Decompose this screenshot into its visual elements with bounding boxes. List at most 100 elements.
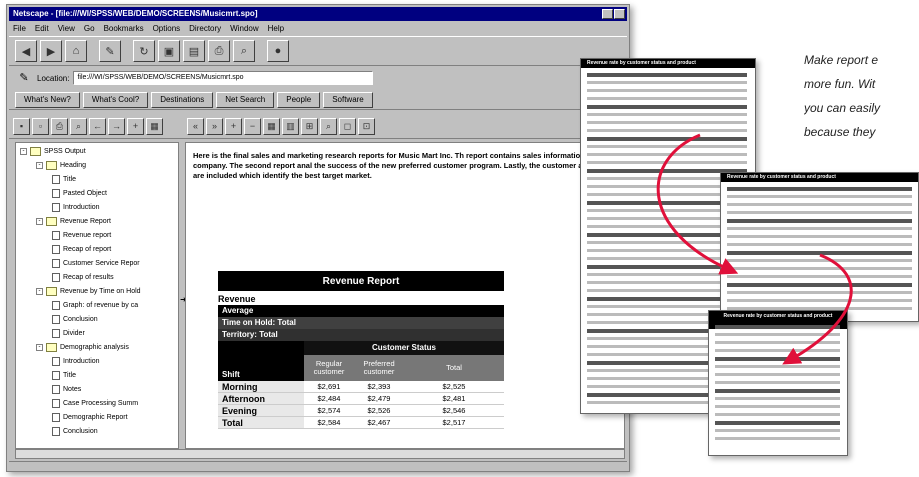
software-button[interactable]: Software (323, 91, 373, 108)
minimize-button[interactable] (602, 9, 613, 19)
net-search-button[interactable]: Net Search (216, 91, 275, 108)
outline-item[interactable]: - Heading (36, 161, 86, 170)
outline-item[interactable]: - Demographic analysis (36, 343, 129, 352)
outline-item[interactable]: Divider (52, 329, 85, 338)
page1-title: Revenue rate by customer status and prod… (581, 59, 755, 68)
delete-icon[interactable]: − (244, 118, 261, 135)
outline-item[interactable]: Customer Service Repor (52, 259, 140, 268)
maximize-button[interactable] (614, 9, 625, 19)
home-icon[interactable]: ⌂ (65, 40, 87, 62)
document-icon (52, 315, 60, 324)
forward-icon[interactable]: ▶ (40, 40, 62, 62)
people-button[interactable]: People (277, 91, 321, 108)
search-icon[interactable]: ⌕ (70, 118, 87, 135)
promote-icon[interactable]: « (187, 118, 204, 135)
outline-item[interactable]: Pasted Object (52, 189, 107, 198)
find-icon[interactable]: ⌕ (233, 40, 255, 62)
outline-item-label: Title (63, 176, 76, 183)
outline-item[interactable]: Demographic Report (52, 413, 128, 422)
table-cell: $2,393 (354, 381, 404, 393)
outline-item[interactable]: Notes (52, 385, 81, 394)
stop-icon[interactable]: ● (267, 40, 289, 62)
outline-item[interactable]: Case Processing Summ (52, 399, 138, 408)
whats-new-button[interactable]: What's New? (15, 91, 80, 108)
bookmark-icon[interactable]: ✎ (15, 70, 33, 86)
print-icon[interactable]: ⎙ (208, 40, 230, 62)
menu-go[interactable]: Go (84, 22, 95, 35)
menu-file[interactable]: File (13, 22, 26, 35)
back-icon[interactable]: ◀ (15, 40, 37, 62)
destinations-button[interactable]: Destinations (151, 91, 214, 108)
col-total: Total (404, 355, 504, 381)
outline-item[interactable]: - Revenue Report (36, 217, 111, 226)
outline-item[interactable]: Introduction (52, 203, 100, 212)
grid-icon[interactable]: ⊡ (358, 118, 375, 135)
collapse-toggle-icon[interactable]: - (36, 162, 43, 169)
page-row-line (587, 121, 747, 124)
reload-icon[interactable]: ↻ (133, 40, 155, 62)
document-icon (52, 231, 60, 240)
hide-icon[interactable]: ▦ (146, 118, 163, 135)
outline-item-label: Revenue by Time on Hold (60, 288, 141, 295)
outline-item[interactable]: Recap of results (52, 273, 114, 282)
menu-directory[interactable]: Directory (189, 22, 221, 35)
menu-edit[interactable]: Edit (35, 22, 49, 35)
outline-item-label: Notes (63, 386, 82, 393)
demote-icon[interactable]: » (206, 118, 223, 135)
customer-status-header: Customer Status (304, 341, 504, 355)
collapse-toggle-icon[interactable]: - (36, 288, 43, 295)
images-icon[interactable]: ▣ (158, 40, 180, 62)
outline-item[interactable]: - Revenue by Time on Hold (36, 287, 141, 296)
document-icon (52, 385, 60, 394)
menu-window[interactable]: Window (230, 22, 258, 35)
insert-icon[interactable]: + (225, 118, 242, 135)
outline-item[interactable]: Introduction (52, 357, 100, 366)
horizontal-scrollbar[interactable] (15, 449, 625, 459)
page-row-line (587, 153, 747, 156)
outline-item[interactable]: Recap of report (52, 245, 111, 254)
page-row-line (727, 243, 912, 246)
whats-cool-button[interactable]: What's Cool? (82, 91, 149, 108)
page-row-line (715, 341, 840, 344)
outline-item[interactable]: - SPSS Output (20, 147, 86, 156)
col-preferred: Preferred customer (354, 355, 404, 381)
menu-options[interactable]: Options (153, 22, 181, 35)
expand-icon[interactable]: → (108, 118, 125, 135)
zoom-icon[interactable]: ⌕ (320, 118, 337, 135)
outline-item[interactable]: Title (52, 371, 76, 380)
select-icon[interactable]: ◻ (339, 118, 356, 135)
document-icon (52, 399, 60, 408)
export-icon[interactable]: ▫ (32, 118, 49, 135)
show-icon[interactable]: + (127, 118, 144, 135)
table-icon[interactable]: ▦ (263, 118, 280, 135)
pivot-icon[interactable]: ⊞ (301, 118, 318, 135)
save-icon[interactable]: ▪ (13, 118, 30, 135)
document-icon (52, 301, 60, 310)
page-row-line (587, 129, 747, 132)
document-icon (52, 259, 60, 268)
open-icon[interactable]: ▤ (183, 40, 205, 62)
revenue-report-table[interactable]: Revenue Report Revenue Average Time on H… (218, 271, 504, 429)
outline-item-label: SPSS Output (44, 148, 86, 155)
document-icon (52, 371, 60, 380)
outline-item[interactable]: Conclusion (52, 427, 98, 436)
collapse-toggle-icon[interactable]: - (20, 148, 27, 155)
print-preview-icon[interactable]: ⎙ (51, 118, 68, 135)
outline-item[interactable]: Graph: of revenue by ca (52, 301, 138, 310)
collapse-toggle-icon[interactable]: - (36, 218, 43, 225)
page-row-line (587, 113, 747, 116)
collapse-icon[interactable]: ← (89, 118, 106, 135)
location-input[interactable]: file:///WI/SPSS/WEB/DEMO/SCREENS/Musicmr… (73, 71, 374, 85)
outline-item-label: Graph: of revenue by ca (63, 302, 139, 309)
outline-item[interactable]: Title (52, 175, 76, 184)
outline-item[interactable]: Revenue report (52, 231, 111, 240)
collapse-toggle-icon[interactable]: - (36, 344, 43, 351)
page-row-line (715, 373, 840, 376)
menu-help[interactable]: Help (268, 22, 284, 35)
menu-bookmarks[interactable]: Bookmarks (104, 22, 144, 35)
edit-icon[interactable]: ✎ (99, 40, 121, 62)
page2-title: Revenue rate by customer status and prod… (721, 173, 918, 182)
outline-item[interactable]: Conclusion (52, 315, 98, 324)
chart-icon[interactable]: ▥ (282, 118, 299, 135)
menu-view[interactable]: View (58, 22, 75, 35)
